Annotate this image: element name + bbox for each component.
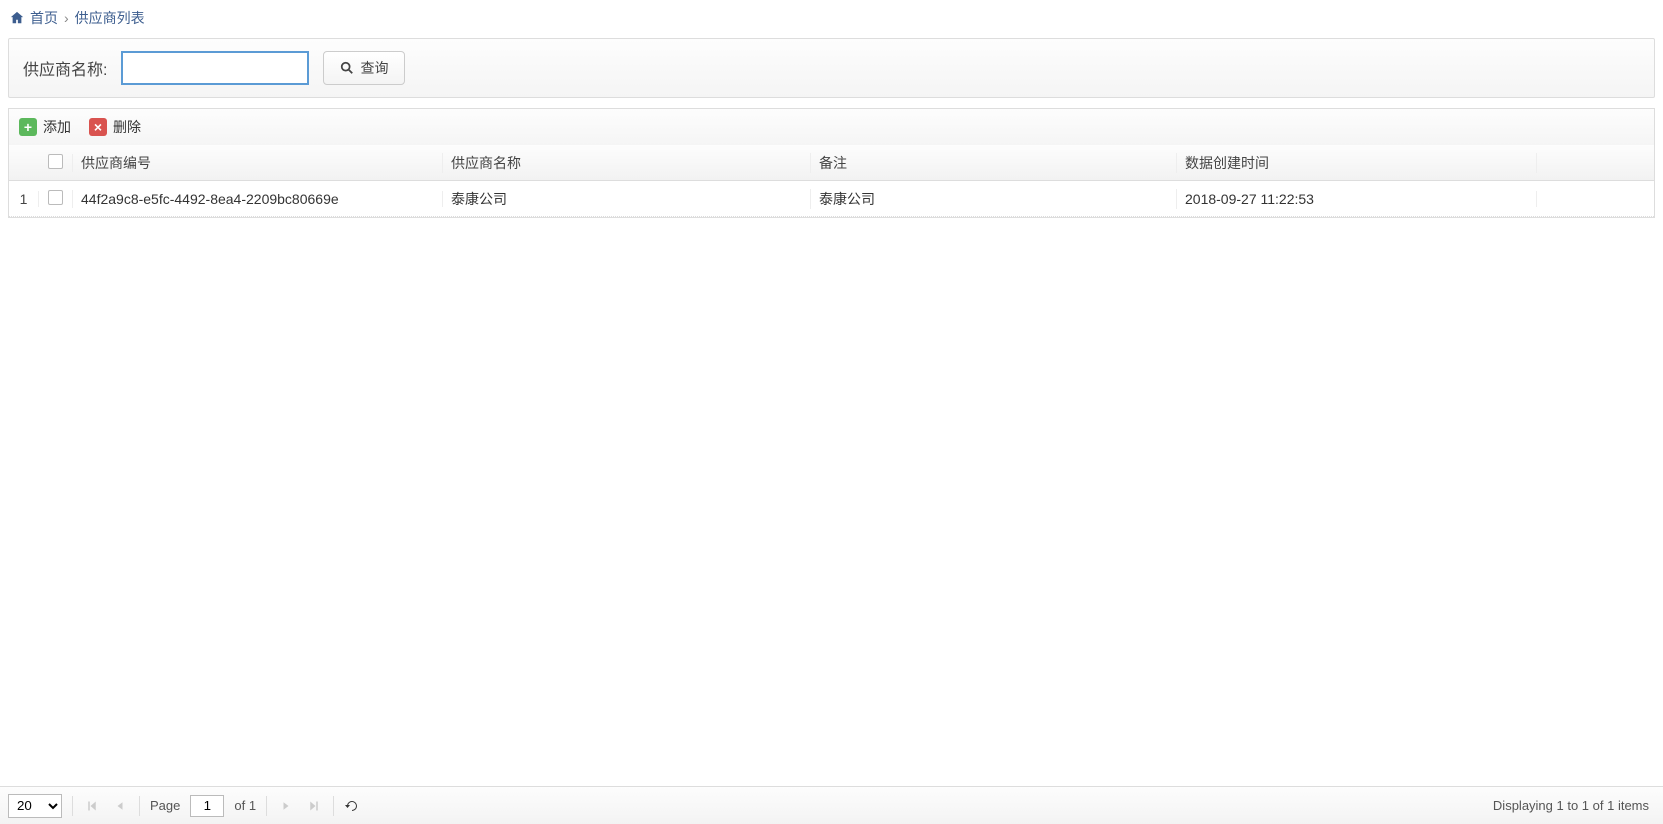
cell-rownum: 1 [9, 191, 39, 207]
prev-page-button[interactable] [111, 797, 129, 815]
breadcrumb: 首页 › 供应商列表 [0, 0, 1663, 38]
x-icon: × [89, 118, 107, 136]
cell-code: 44f2a9c8-e5fc-4492-8ea4-2209bc80669e [73, 191, 443, 207]
table-row[interactable]: 1 44f2a9c8-e5fc-4492-8ea4-2209bc80669e 泰… [9, 181, 1654, 217]
grid-header-row: 供应商编号 供应商名称 备注 数据创建时间 [9, 145, 1654, 181]
row-checkbox[interactable] [39, 190, 73, 208]
first-page-icon [86, 800, 98, 812]
chevron-right-icon: › [64, 10, 69, 26]
page-size-select[interactable]: 20 [8, 794, 62, 818]
next-page-icon [281, 800, 291, 812]
header-time[interactable]: 数据创建时间 [1177, 153, 1537, 173]
content-spacer [0, 218, 1663, 786]
header-name[interactable]: 供应商名称 [443, 153, 811, 173]
first-page-button[interactable] [83, 797, 101, 815]
header-code[interactable]: 供应商编号 [73, 153, 443, 173]
refresh-button[interactable] [344, 798, 360, 814]
cell-time: 2018-09-27 11:22:53 [1177, 191, 1537, 207]
breadcrumb-home[interactable]: 首页 [30, 8, 58, 28]
search-icon [340, 61, 354, 75]
add-button-label: 添加 [43, 117, 71, 137]
toolbar: + 添加 × 删除 [8, 108, 1655, 145]
home-icon[interactable] [10, 11, 24, 25]
add-button[interactable]: + 添加 [19, 117, 71, 137]
header-checkbox[interactable] [39, 154, 73, 172]
refresh-icon [344, 798, 360, 814]
pager-separator [139, 796, 140, 816]
prev-page-icon [115, 800, 125, 812]
delete-button-label: 删除 [113, 117, 141, 137]
supplier-name-input[interactable] [121, 51, 309, 85]
search-label: 供应商名称: [23, 56, 107, 80]
breadcrumb-current: 供应商列表 [75, 8, 145, 28]
next-page-button[interactable] [277, 797, 295, 815]
data-grid: 供应商编号 供应商名称 备注 数据创建时间 1 44f2a9c8-e5fc-44… [8, 145, 1655, 218]
delete-button[interactable]: × 删除 [89, 117, 141, 137]
plus-icon: + [19, 118, 37, 136]
pager: 20 Page of 1 Displaying 1 to 1 of 1 item… [0, 786, 1663, 824]
pager-info: Displaying 1 to 1 of 1 items [1493, 798, 1655, 813]
query-button-label: 查询 [360, 58, 388, 78]
last-page-icon [308, 800, 320, 812]
pager-separator [333, 796, 334, 816]
pager-separator [72, 796, 73, 816]
page-label: Page [150, 798, 180, 813]
pager-separator [266, 796, 267, 816]
header-remark[interactable]: 备注 [811, 153, 1177, 173]
cell-remark: 泰康公司 [811, 189, 1177, 209]
page-of-label: of 1 [234, 798, 256, 813]
page-input[interactable] [190, 795, 224, 817]
query-button[interactable]: 查询 [323, 51, 405, 85]
last-page-button[interactable] [305, 797, 323, 815]
search-bar: 供应商名称: 查询 [8, 38, 1655, 98]
cell-name: 泰康公司 [443, 189, 811, 209]
